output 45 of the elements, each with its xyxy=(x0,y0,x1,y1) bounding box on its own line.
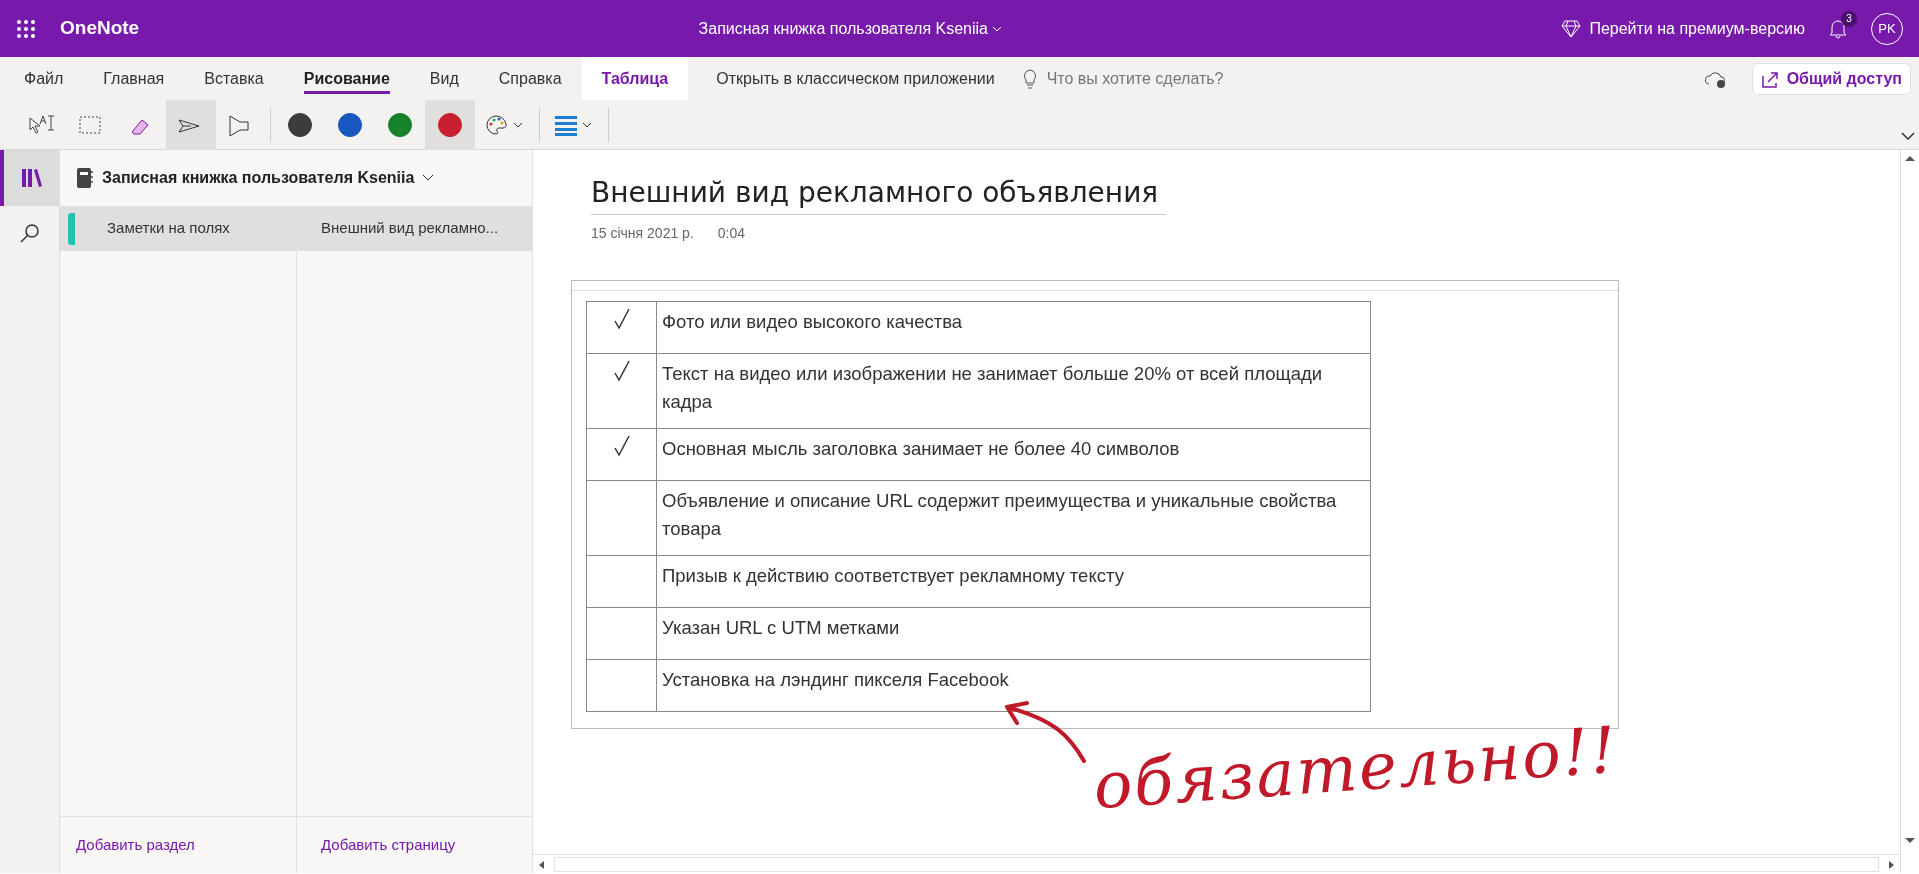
notification-count: 3 xyxy=(1841,10,1857,27)
ribbon-tab[interactable]: Вставка xyxy=(184,57,284,100)
app-name: OneNote xyxy=(60,16,140,41)
ribbon-tab[interactable]: Таблица xyxy=(581,57,689,100)
page-title: Внешний вид рекламного объявления xyxy=(591,172,1167,215)
section-item[interactable]: Заметки на полях xyxy=(60,206,296,251)
palette-icon xyxy=(485,113,525,136)
ribbon-tab[interactable]: Рисование xyxy=(283,57,410,100)
notebook-title[interactable]: Записная книжка пользователя Kseniia xyxy=(698,16,1002,41)
premium-link[interactable]: Перейти на премиум-версию xyxy=(1561,16,1805,41)
page-date: 15 січня 2021 р. xyxy=(591,224,694,243)
handwritten-note: обязательно!! xyxy=(1090,711,1621,826)
app-launcher-icon[interactable] xyxy=(16,18,36,39)
bell-icon[interactable] xyxy=(1829,18,1847,39)
ribbon-tab[interactable]: Вид xyxy=(409,57,479,100)
ribbon-tab[interactable]: Справка xyxy=(478,57,582,100)
horizontal-scrollbar[interactable] xyxy=(533,854,1900,873)
search-field[interactable]: Что вы хотите сделать? xyxy=(1022,65,1305,92)
share-button[interactable]: Общий доступ xyxy=(1751,62,1911,95)
page-item[interactable]: Внешний вид рекламно... xyxy=(297,206,532,251)
notebooks-icon xyxy=(20,166,44,190)
chevron-icon xyxy=(992,24,1002,33)
table-cell: Основная мысль заголовка занимает не более 40 символов xyxy=(656,428,1371,481)
table-cell: Призыв к действию соответствует рекламному тексту xyxy=(656,555,1371,608)
pen-color-button[interactable] xyxy=(425,99,475,150)
tool-button[interactable] xyxy=(166,99,216,150)
share-icon xyxy=(1760,69,1779,88)
chevron-icon xyxy=(422,174,435,182)
table-cell: Установка на лэндинг пикселя Facebook xyxy=(656,659,1371,712)
notebook-picker[interactable]: Записная книжка пользователя Kseniia xyxy=(60,150,532,206)
ribbon-tab[interactable]: Главная xyxy=(83,57,185,100)
table-cell: Текст на видео или изображении не занимает больше 20% от всей площади кадра xyxy=(656,353,1371,429)
ribbon-tab[interactable]: Файл xyxy=(4,57,84,100)
chevron-down-icon[interactable] xyxy=(1901,130,1915,141)
add-page-link[interactable]: Добавить страницу xyxy=(321,836,456,853)
diamond-icon xyxy=(1561,19,1582,38)
table-cell: Фото или видео высокого качества xyxy=(656,301,1371,354)
lightbulb-icon xyxy=(1022,68,1037,89)
add-section-link[interactable]: Добавить раздел xyxy=(76,836,195,853)
rail-button[interactable] xyxy=(0,150,60,206)
table-cell: Указан URL с UTM метками xyxy=(656,607,1371,660)
notebook-icon xyxy=(76,167,94,189)
page-time: 0:04 xyxy=(717,224,746,243)
table-cell: Объявление и описание URL содержит преимущества и уникальные свойства товара xyxy=(656,480,1371,556)
open-desktop-app-link[interactable]: Открыть в классическом приложении xyxy=(704,60,1007,97)
